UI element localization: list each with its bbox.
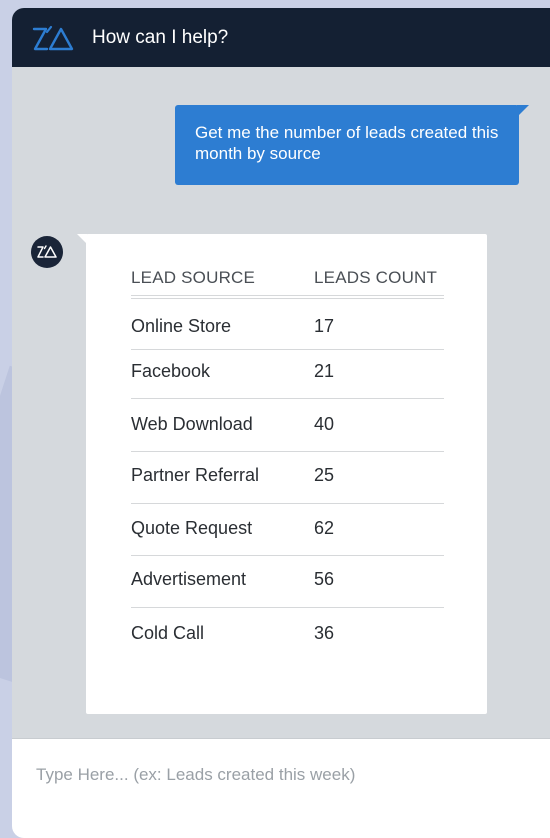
bot-response-card: LEAD SOURCE LEADS COUNT Online Store 17 … — [77, 234, 487, 714]
row-divider — [131, 503, 444, 504]
leads-count-cell: 25 — [314, 465, 335, 485]
row-divider — [131, 451, 444, 452]
table-row: Facebook 21 — [131, 361, 444, 413]
lead-source-cell: Quote Request — [131, 518, 253, 538]
leads-count-cell: 21 — [314, 361, 335, 381]
column-header-lead-source: LEAD SOURCE — [131, 268, 256, 287]
table-row: Partner Referral 25 — [131, 465, 444, 517]
chat-title: How can I help? — [92, 27, 229, 48]
user-message-text: Get me the number of leads created this … — [195, 123, 499, 163]
lead-source-cell: Facebook — [131, 361, 211, 381]
table-row: Advertisement 56 — [131, 569, 444, 621]
column-header-leads-count: LEADS COUNT — [314, 268, 438, 287]
message-input-bar — [12, 738, 550, 838]
lead-source-cell: Online Store — [131, 316, 232, 336]
message-input[interactable] — [34, 759, 518, 791]
leads-count-cell: 40 — [314, 414, 335, 434]
header-divider — [131, 298, 444, 299]
header-divider — [131, 295, 444, 296]
bubble-tail — [517, 105, 529, 117]
zia-logo-icon — [32, 25, 74, 51]
row-divider — [131, 555, 444, 556]
lead-source-cell: Advertisement — [131, 569, 247, 589]
chat-panel: How can I help? Get me the number of lea… — [12, 8, 550, 838]
user-message-bubble: Get me the number of leads created this … — [175, 105, 529, 185]
leads-count-cell: 17 — [314, 316, 335, 336]
row-divider — [131, 607, 444, 608]
lead-source-cell: Cold Call — [131, 623, 205, 643]
leads-count-cell: 36 — [314, 623, 335, 643]
table-row: Web Download 40 — [131, 414, 444, 466]
lead-source-cell: Web Download — [131, 414, 253, 434]
table-row: Cold Call 36 — [131, 623, 444, 675]
leads-count-cell: 62 — [314, 518, 335, 538]
bubble-tail — [77, 234, 87, 244]
zia-avatar-icon — [31, 236, 63, 268]
row-divider — [131, 398, 444, 399]
table-row: Quote Request 62 — [131, 518, 444, 570]
row-divider — [131, 349, 444, 350]
leads-count-cell: 56 — [314, 569, 335, 589]
chat-header: How can I help? — [12, 8, 550, 67]
lead-source-cell: Partner Referral — [131, 465, 260, 485]
